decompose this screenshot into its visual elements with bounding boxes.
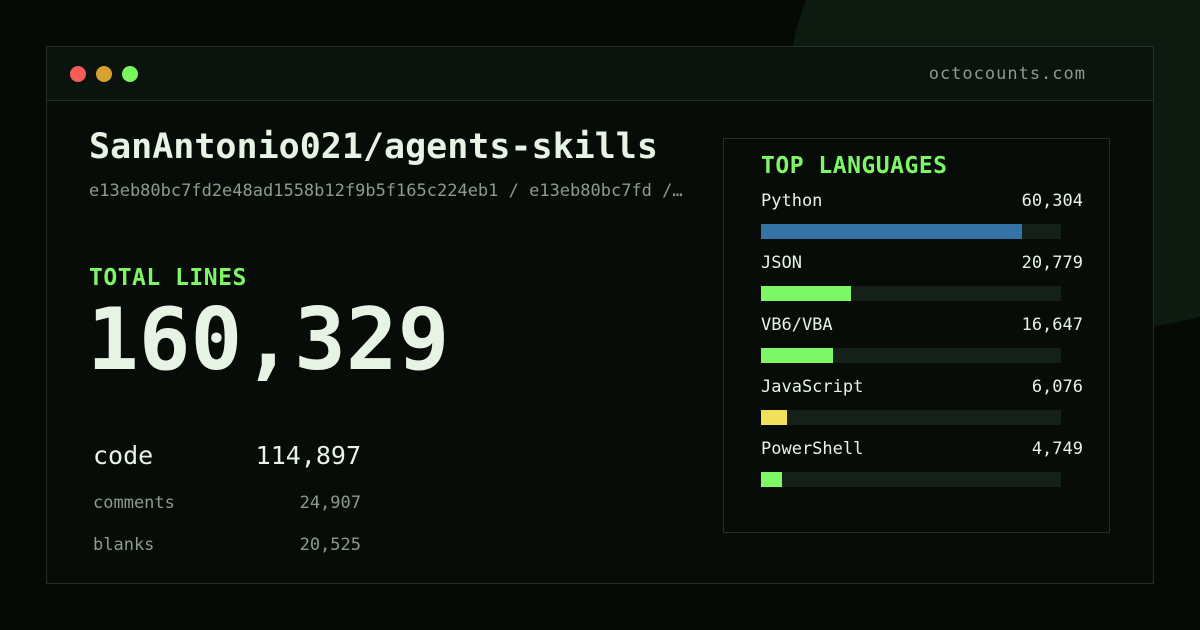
close-window-dot[interactable] [70, 66, 86, 82]
language-name: JavaScript [761, 377, 864, 397]
language-count: 4,749 [1031, 439, 1083, 459]
language-bar-fill [761, 224, 1022, 239]
repository-title: SanAntonio021/agents-skills [89, 127, 658, 167]
language-row: JavaScript 6,076 [761, 377, 1083, 439]
language-name: Python [761, 191, 823, 211]
language-name: JSON [761, 253, 802, 273]
top-languages-title: TOP LANGUAGES [761, 153, 948, 179]
code-label: code [93, 441, 154, 470]
blanks-value: 20,525 [299, 535, 361, 555]
top-languages-panel: TOP LANGUAGES Python 60,304 JSON 20,779 … [723, 138, 1110, 533]
language-row: Python 60,304 [761, 191, 1083, 253]
comment-lines-row: comments 24,907 [93, 493, 361, 523]
language-bar-track [761, 286, 1061, 301]
minimize-window-dot[interactable] [96, 66, 112, 82]
language-bar-fill [761, 286, 851, 301]
blanks-label: blanks [93, 535, 155, 555]
language-name: VB6/VBA [761, 315, 833, 335]
window-titlebar: octocounts.com [47, 47, 1153, 101]
commit-path: e13eb80bc7fd2e48ad1558b12f9b5f165c224eb1… [89, 181, 683, 201]
language-bar-fill [761, 348, 834, 363]
comments-label: comments [93, 493, 175, 513]
language-name: PowerShell [761, 439, 864, 459]
language-row: JSON 20,779 [761, 253, 1083, 315]
language-bar-track [761, 348, 1061, 363]
language-bar-fill [761, 472, 782, 487]
language-bar-track [761, 224, 1061, 239]
language-row: VB6/VBA 16,647 [761, 315, 1083, 377]
code-lines-row: code 114,897 [93, 441, 361, 471]
language-count: 20,779 [1021, 253, 1083, 273]
language-bar-track [761, 472, 1061, 487]
terminal-window: octocounts.com SanAntonio021/agents-skil… [46, 46, 1154, 584]
maximize-window-dot[interactable] [122, 66, 138, 82]
language-row: PowerShell 4,749 [761, 439, 1083, 501]
blank-lines-row: blanks 20,525 [93, 535, 361, 565]
code-value: 114,897 [255, 441, 361, 470]
site-domain: octocounts.com [928, 64, 1086, 84]
total-lines-label: TOTAL LINES [89, 265, 247, 291]
language-bar-fill [761, 410, 788, 425]
language-count: 60,304 [1021, 191, 1083, 211]
total-lines-value: 160,329 [87, 290, 450, 390]
og-card: octocounts.com SanAntonio021/agents-skil… [0, 0, 1200, 630]
language-count: 6,076 [1031, 377, 1083, 397]
comments-value: 24,907 [299, 493, 361, 513]
language-count: 16,647 [1021, 315, 1083, 335]
language-bar-track [761, 410, 1061, 425]
